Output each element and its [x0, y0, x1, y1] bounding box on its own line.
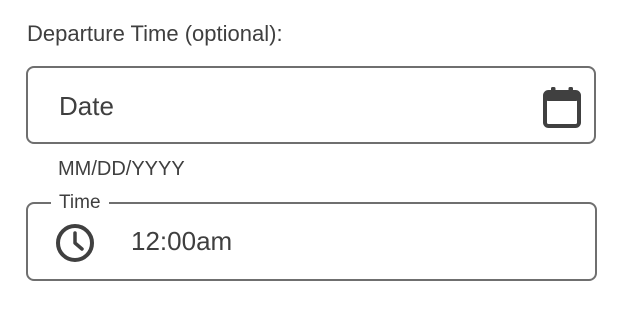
departure-time-label: Departure Time (optional): [27, 21, 283, 46]
time-value: 12:00am [131, 226, 233, 256]
calendar-icon[interactable] [543, 86, 581, 128]
clock-icon [54, 222, 96, 264]
date-placeholder: Date [59, 91, 114, 121]
time-input[interactable]: Time 12:00am [26, 193, 597, 281]
time-label: Time [51, 193, 109, 213]
date-input[interactable]: Date [26, 66, 596, 144]
date-format-hint: MM/DD/YYYY [58, 158, 185, 180]
